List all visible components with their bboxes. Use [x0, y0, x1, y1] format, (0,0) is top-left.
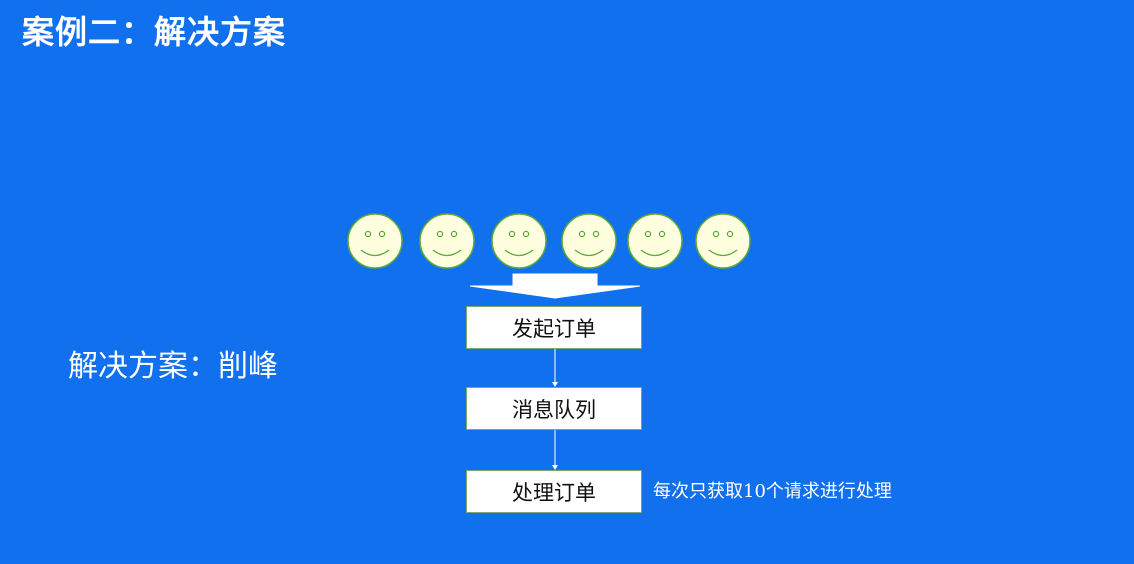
step-place-order: 发起订单 — [466, 306, 642, 349]
smiley-face-icon — [561, 213, 617, 269]
step-message-queue: 消息队列 — [466, 387, 642, 430]
step-process-order: 处理订单 — [466, 470, 642, 513]
smiley-face-icon — [695, 213, 751, 269]
process-note: 每次只获取10个请求进行处理 — [653, 481, 892, 502]
smiley-face-icon — [491, 213, 547, 269]
smiley-face-icon — [419, 213, 475, 269]
smiley-face-icon — [627, 213, 683, 269]
smiley-face-icon — [347, 213, 403, 269]
